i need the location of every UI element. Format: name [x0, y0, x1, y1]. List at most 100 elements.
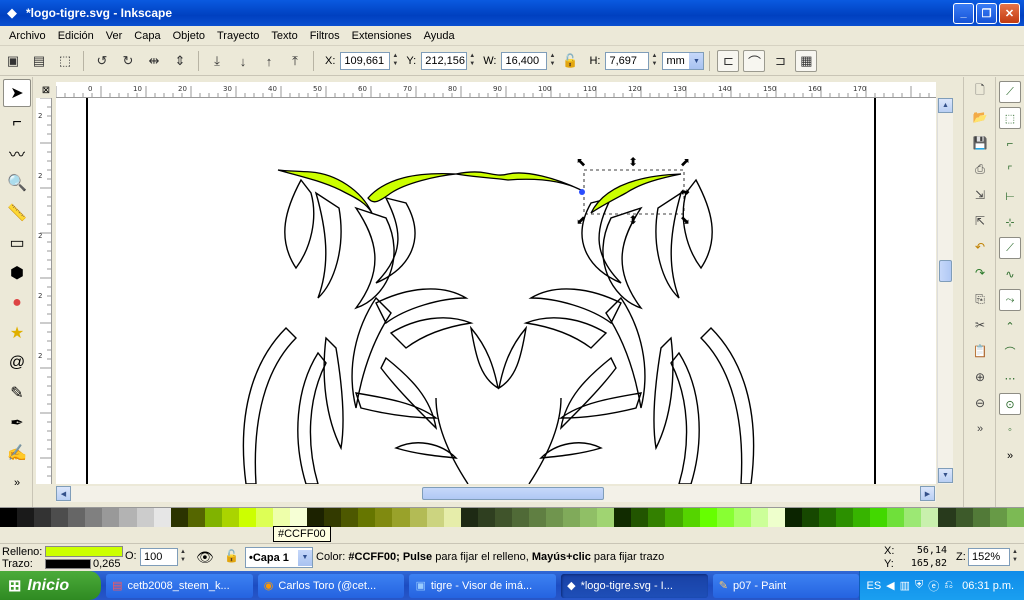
palette-swatch[interactable]	[716, 508, 734, 527]
palette-swatch[interactable]	[784, 508, 802, 527]
security-shield-icon[interactable]: ⛨	[915, 579, 923, 592]
palette-swatch[interactable]	[1006, 508, 1024, 527]
palette-swatch[interactable]	[375, 508, 393, 527]
palette-swatch[interactable]	[341, 508, 359, 527]
raise-icon[interactable]: ↑	[258, 50, 280, 72]
palette-swatch[interactable]	[750, 508, 768, 527]
palette-swatch[interactable]	[528, 508, 546, 527]
palette-swatch[interactable]	[614, 508, 632, 527]
unit-select[interactable]: mm ▼	[662, 52, 705, 70]
scale-handle-e-icon[interactable]: ⬌	[680, 185, 690, 199]
measure-tool-icon[interactable]: 📏	[3, 199, 31, 227]
palette-swatch[interactable]	[17, 508, 35, 527]
palette-swatch[interactable]	[819, 508, 837, 527]
snap-cusp-nodes-icon[interactable]: ⌃	[999, 315, 1021, 337]
palette-swatch[interactable]	[665, 508, 683, 527]
snap-bbox-corner-icon[interactable]: ⌜	[999, 159, 1021, 181]
taskbar-item-image-viewer[interactable]: ▣ tigre - Visor de imá...	[409, 573, 557, 598]
palette-swatch[interactable]	[255, 508, 273, 527]
palette-swatch[interactable]	[426, 508, 444, 527]
snap-bbox-edge-icon[interactable]: ⌐	[999, 133, 1021, 155]
scroll-left-icon[interactable]: ◀	[56, 486, 71, 501]
snap-midpoint-icon[interactable]: ⋯	[999, 367, 1021, 389]
scale-handle-n-icon[interactable]: ⬍	[628, 155, 638, 169]
drawing-canvas[interactable]: ⬉ ⬍ ⬈ ⬌ ⬋ ⬍ ⬊	[56, 98, 936, 484]
tray-back-icon[interactable]: ◀	[886, 579, 894, 592]
flip-horizontal-icon[interactable]: ⇹	[143, 50, 165, 72]
palette-swatch[interactable]	[290, 508, 308, 527]
snap-center-icon[interactable]: ⊙	[999, 393, 1021, 415]
x-input[interactable]: 109,661	[340, 52, 391, 70]
palette-swatch[interactable]	[733, 508, 751, 527]
snap-path-icon[interactable]: ∿	[999, 263, 1021, 285]
palette-swatch[interactable]	[887, 508, 905, 527]
print-icon[interactable]: ⎙	[968, 157, 992, 181]
palette-swatch[interactable]	[477, 508, 495, 527]
flip-vertical-icon[interactable]: ⇕	[169, 50, 191, 72]
palette-swatch[interactable]	[989, 508, 1007, 527]
redo-icon[interactable]: ↷	[968, 261, 992, 285]
visibility-eye-icon[interactable]: 👁	[196, 549, 214, 566]
taskbar-item-paint[interactable]: ✎ p07 - Paint	[712, 573, 860, 598]
lower-to-bottom-icon[interactable]: ⤓	[206, 50, 228, 72]
palette-swatch[interactable]	[870, 508, 888, 527]
palette-swatch[interactable]	[324, 508, 342, 527]
scale-handle-s-icon[interactable]: ⬍	[628, 213, 638, 227]
minimize-button[interactable]: _	[953, 2, 974, 24]
copy-icon[interactable]: ⎘	[968, 287, 992, 311]
palette-swatch[interactable]	[631, 508, 649, 527]
palette-swatch[interactable]	[136, 508, 154, 527]
palette-swatch[interactable]	[119, 508, 137, 527]
new-document-icon[interactable]: 🗋	[968, 79, 992, 103]
palette-swatch[interactable]	[221, 508, 239, 527]
snap-nodes-icon[interactable]: ⟋	[999, 237, 1021, 259]
ellipse-tool-icon[interactable]: ●	[3, 289, 31, 317]
palette-swatch[interactable]	[204, 508, 222, 527]
export-icon[interactable]: ⇱	[968, 209, 992, 233]
scale-handle-nw-icon[interactable]: ⬉	[576, 155, 586, 169]
palette-swatch[interactable]	[767, 508, 785, 527]
scroll-down-icon[interactable]: ▼	[938, 468, 953, 483]
zoom-input[interactable]: 152%	[968, 548, 1010, 566]
rotate-cw-icon[interactable]: ↻	[117, 50, 139, 72]
menu-trayecto[interactable]: Trayecto	[211, 30, 265, 42]
palette-swatch[interactable]	[307, 508, 325, 527]
palette-swatch[interactable]	[904, 508, 922, 527]
palette-swatch[interactable]	[273, 508, 291, 527]
stroke-swatch[interactable]	[45, 559, 91, 569]
opacity-spinner-icon[interactable]: ▲ ▼	[178, 548, 188, 566]
ie-icon[interactable]: ⓔ	[928, 578, 939, 594]
horizontal-scrollbar[interactable]: ◀ ▶	[56, 486, 936, 502]
more-commands-icon[interactable]: »	[968, 417, 992, 441]
palette-swatch[interactable]	[597, 508, 615, 527]
zoom-selection-icon[interactable]: ⊕	[968, 365, 992, 389]
palette-swatch[interactable]	[358, 508, 376, 527]
close-button[interactable]: ✕	[999, 2, 1020, 24]
scroll-up-icon[interactable]: ▲	[938, 98, 953, 113]
palette-swatch[interactable]	[494, 508, 512, 527]
scale-handle-se-icon[interactable]: ⬊	[680, 213, 690, 227]
palette-swatch[interactable]	[34, 508, 52, 527]
transform-gradients-icon[interactable]: ⊐	[769, 50, 791, 72]
scale-corners-icon[interactable]: ⌒	[743, 50, 766, 72]
menu-extensiones[interactable]: Extensiones	[346, 30, 418, 42]
select-all-layers-icon[interactable]: ▤	[28, 50, 50, 72]
palette-swatch[interactable]	[443, 508, 461, 527]
palette-swatch[interactable]	[102, 508, 120, 527]
selection-bbox[interactable]: ⬉ ⬍ ⬈ ⬌ ⬋ ⬍ ⬊	[576, 155, 690, 227]
network-icon[interactable]: ▥	[900, 579, 910, 592]
palette-swatch[interactable]	[170, 508, 188, 527]
palette-swatch[interactable]	[955, 508, 973, 527]
language-indicator[interactable]: ES	[866, 580, 881, 592]
raise-to-top-icon[interactable]: ⤒	[284, 50, 306, 72]
width-spinner-icon[interactable]: ▲ ▼	[547, 52, 557, 70]
vertical-scrollbar[interactable]: ▲ ▼	[937, 98, 953, 484]
y-spinner-icon[interactable]: ▲ ▼	[467, 52, 477, 70]
taskbar-item-firefox[interactable]: ◉ Carlos Toro (@cet...	[257, 573, 405, 598]
vertical-scroll-thumb[interactable]	[939, 260, 952, 282]
zoom-tool-icon[interactable]: 🔍	[3, 169, 31, 197]
palette-swatch[interactable]	[648, 508, 666, 527]
more-snap-icon[interactable]: »	[999, 445, 1021, 467]
node-tool-icon[interactable]: ⌐	[3, 109, 31, 137]
import-icon[interactable]: ⇲	[968, 183, 992, 207]
